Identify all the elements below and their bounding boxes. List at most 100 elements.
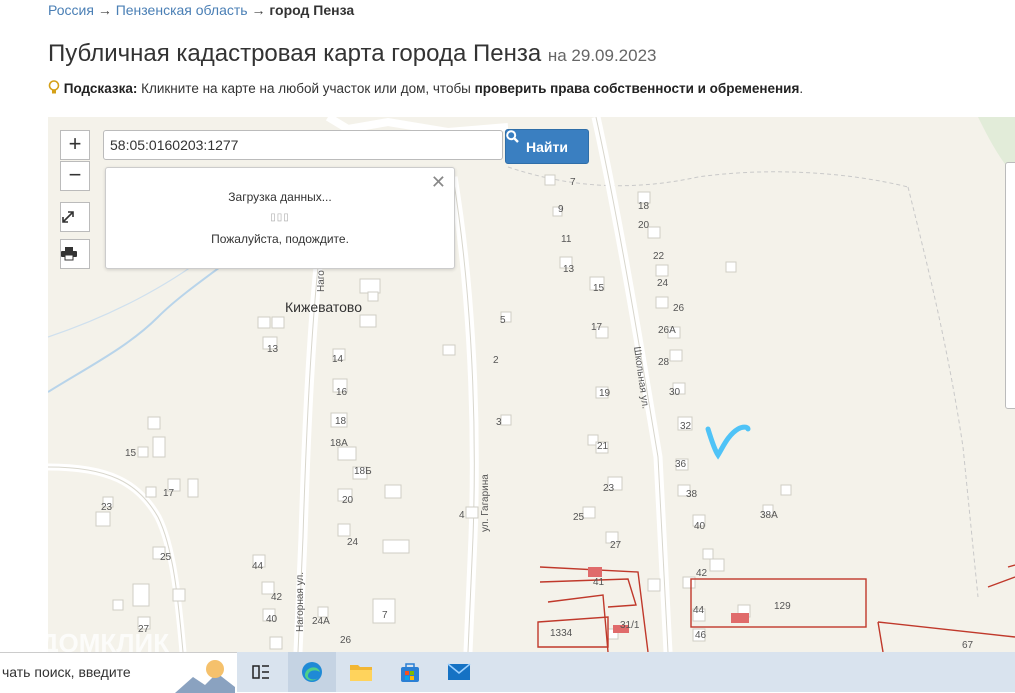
breadcrumb: Россия → Пензенская область → город Пенз… — [48, 2, 354, 18]
hint-end: . — [799, 81, 804, 96]
svg-text:22: 22 — [653, 251, 665, 262]
folder-icon — [350, 665, 372, 681]
svg-text:15: 15 — [125, 448, 137, 459]
svg-text:21: 21 — [597, 441, 609, 452]
svg-text:67: 67 — [962, 640, 974, 651]
cadastral-search-input[interactable] — [103, 130, 503, 160]
svg-text:42: 42 — [696, 568, 708, 579]
svg-text:42: 42 — [271, 592, 283, 603]
svg-text:19: 19 — [599, 388, 611, 399]
svg-text:36: 36 — [675, 459, 687, 470]
hint: Подсказка: Кликните на карте на любой уч… — [48, 80, 803, 98]
svg-text:23: 23 — [101, 502, 113, 513]
taskbar-mail[interactable] — [435, 652, 483, 692]
street-label: Нагорная ул. — [295, 572, 306, 632]
svg-text:38А: 38А — [760, 510, 778, 521]
svg-text:13: 13 — [267, 344, 279, 355]
loading-wait-text: Пожалуйста, подождите. — [211, 232, 349, 246]
svg-text:2: 2 — [493, 355, 499, 366]
svg-text:14: 14 — [332, 354, 344, 365]
task-view-icon — [252, 665, 269, 679]
svg-text:13: 13 — [563, 264, 575, 275]
hint-bold: проверить права собственности и обремене… — [474, 81, 800, 96]
svg-text:7: 7 — [570, 177, 576, 188]
breadcrumb-current: город Пенза — [269, 2, 355, 18]
svg-text:17: 17 — [163, 488, 175, 499]
svg-text:3: 3 — [496, 417, 502, 428]
svg-text:30: 30 — [669, 387, 681, 398]
svg-text:20: 20 — [342, 495, 354, 506]
svg-text:4: 4 — [459, 510, 465, 521]
svg-text:18: 18 — [335, 416, 347, 427]
svg-text:25: 25 — [573, 512, 585, 523]
taskbar-store[interactable] — [386, 652, 434, 692]
svg-text:129: 129 — [774, 601, 791, 612]
page-title-date: на 29.09.2023 — [547, 46, 657, 65]
svg-text:26: 26 — [340, 635, 352, 646]
svg-text:15: 15 — [593, 283, 605, 294]
svg-text:18А: 18А — [330, 438, 348, 449]
svg-text:38: 38 — [686, 489, 698, 500]
village-label: Кижеватово — [285, 299, 362, 315]
breadcrumb-link-region[interactable]: Пензенская область — [116, 2, 248, 18]
svg-text:44: 44 — [252, 561, 264, 572]
svg-text:24: 24 — [657, 278, 669, 289]
task-view-button[interactable] — [237, 652, 285, 692]
zoom-out-button[interactable]: − — [60, 161, 90, 191]
svg-text:18: 18 — [638, 201, 650, 212]
svg-text:26: 26 — [673, 303, 685, 314]
mail-icon — [447, 663, 471, 680]
side-panel-handle[interactable] — [1005, 162, 1015, 409]
search-button-label: Найти — [526, 138, 568, 155]
printer-icon — [61, 247, 77, 261]
street-label: Наго — [316, 270, 327, 292]
svg-text:11: 11 — [561, 234, 572, 245]
street-label: ул. Гагарина — [480, 474, 491, 532]
zoom-in-button[interactable]: + — [60, 130, 90, 160]
print-button[interactable] — [60, 239, 90, 269]
page-title-text: Публичная кадастровая карта города Пенза — [48, 40, 542, 67]
cadastral-map[interactable]: 7 9 11 13 18 20 22 24 26 26А 28 30 32 36 38 38А 40 42… — [48, 117, 1015, 652]
search-highlight-icon — [175, 660, 235, 693]
svg-text:32: 32 — [680, 421, 692, 432]
svg-text:20: 20 — [638, 220, 650, 231]
taskbar-edge[interactable] — [288, 652, 336, 692]
hint-text: Кликните на карте на любой участок или д… — [141, 81, 471, 96]
svg-text:26А: 26А — [658, 325, 676, 336]
loading-text: Загрузка данных... — [228, 190, 332, 204]
svg-text:40: 40 — [266, 614, 278, 625]
breadcrumb-sep: → — [251, 2, 266, 18]
loading-spinner: ▯▯▯ — [270, 212, 290, 223]
svg-text:24А: 24А — [312, 616, 330, 627]
taskbar-search-placeholder: чать поиск, введите — [2, 664, 131, 680]
taskbar-explorer[interactable] — [337, 652, 385, 692]
fullscreen-button[interactable] — [60, 202, 90, 232]
taskbar-search[interactable]: чать поиск, введите — [0, 652, 237, 693]
page-title: Публичная кадастровая карта города Пенза… — [48, 40, 657, 68]
svg-text:41: 41 — [593, 577, 605, 588]
hint-label: Подсказка: — [63, 81, 138, 96]
svg-text:28: 28 — [658, 357, 670, 368]
search-button[interactable]: Найти — [505, 129, 589, 164]
lightbulb-icon — [48, 80, 60, 98]
svg-text:31/1: 31/1 — [620, 620, 640, 631]
svg-text:17: 17 — [591, 322, 603, 333]
svg-text:16: 16 — [336, 387, 348, 398]
svg-text:27: 27 — [610, 540, 622, 551]
svg-text:46: 46 — [695, 630, 707, 641]
store-icon — [401, 663, 419, 682]
svg-text:7: 7 — [382, 610, 388, 621]
edge-icon — [302, 662, 322, 682]
svg-text:23: 23 — [603, 483, 615, 494]
windows-taskbar: чать поиск, введите — [0, 652, 1015, 693]
svg-text:5: 5 — [500, 315, 506, 326]
loading-popup: ✕ Загрузка данных... ▯▯▯ Пожалуйста, под… — [105, 167, 455, 269]
svg-text:1334: 1334 — [550, 628, 573, 639]
svg-text:44: 44 — [693, 605, 705, 616]
svg-text:24: 24 — [347, 537, 359, 548]
svg-text:9: 9 — [558, 204, 564, 215]
search-icon — [506, 130, 519, 143]
svg-text:25: 25 — [160, 552, 172, 563]
svg-text:40: 40 — [694, 521, 706, 532]
breadcrumb-link-russia[interactable]: Россия — [48, 2, 94, 18]
